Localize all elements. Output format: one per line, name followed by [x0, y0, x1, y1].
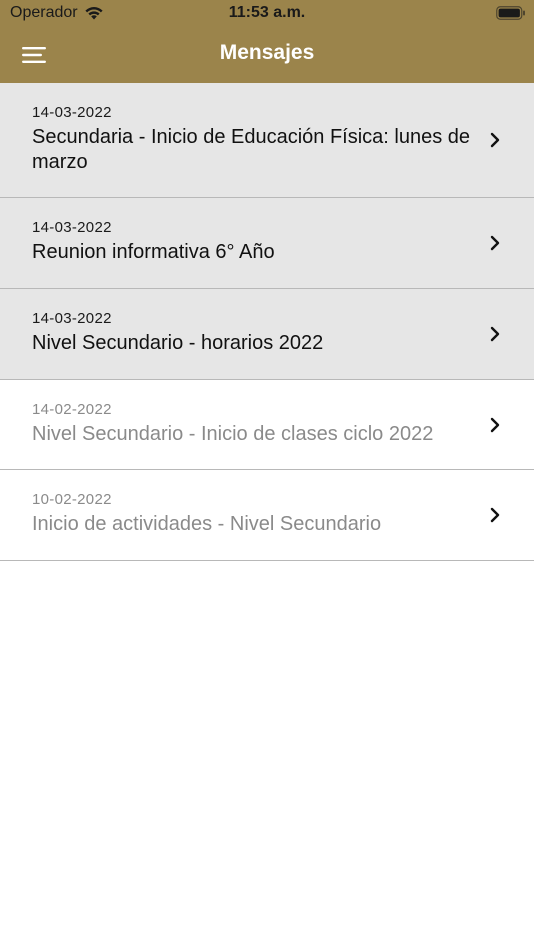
message-title: Nivel Secundario - Inicio de clases cicl…: [32, 423, 434, 445]
message-row-5[interactable]: 10-02-2022 Inicio de actividades - Nivel…: [0, 470, 534, 561]
message-title: Secundaria - Inicio de Educación Física:…: [32, 126, 471, 173]
page-title: Mensajes: [219, 41, 315, 64]
message-row-4[interactable]: 14-02-2022 Nivel Secundario - Inicio de …: [0, 380, 534, 470]
status-time: 11:53 a.m.: [228, 4, 306, 21]
battery-icon: [496, 6, 525, 20]
message-title: Reunion informativa 6° Año: [32, 241, 275, 263]
message-row-1[interactable]: 14-03-2022 Secundaria - Inicio de Educac…: [0, 83, 534, 198]
chevron-right-icon: [490, 235, 500, 251]
message-date: 14-02-2022: [32, 401, 112, 418]
status-bar: Operador 11:53 a.m.: [0, 0, 534, 28]
message-title: Nivel Secundario - horarios 2022: [32, 332, 324, 354]
message-row-3[interactable]: 14-03-2022 Nivel Secundario - horarios 2…: [0, 289, 534, 380]
app-header: Operador 11:53 a.m. Mensajes: [0, 0, 534, 83]
chevron-right-icon: [490, 326, 500, 342]
message-date: 14-03-2022: [32, 104, 112, 121]
chevron-right-icon: [490, 417, 500, 433]
message-list: 14-03-2022 Secundaria - Inicio de Educac…: [0, 83, 534, 561]
message-title: Inicio de actividades - Nivel Secundario: [32, 513, 382, 535]
navigation-bar: Mensajes: [0, 28, 534, 83]
message-date: 14-03-2022: [32, 310, 112, 327]
message-date: 14-03-2022: [32, 219, 112, 236]
chevron-right-icon: [490, 507, 500, 523]
message-date: 10-02-2022: [32, 491, 112, 508]
message-row-2[interactable]: 14-03-2022 Reunion informativa 6° Año: [0, 198, 534, 289]
chevron-right-icon: [490, 132, 500, 148]
